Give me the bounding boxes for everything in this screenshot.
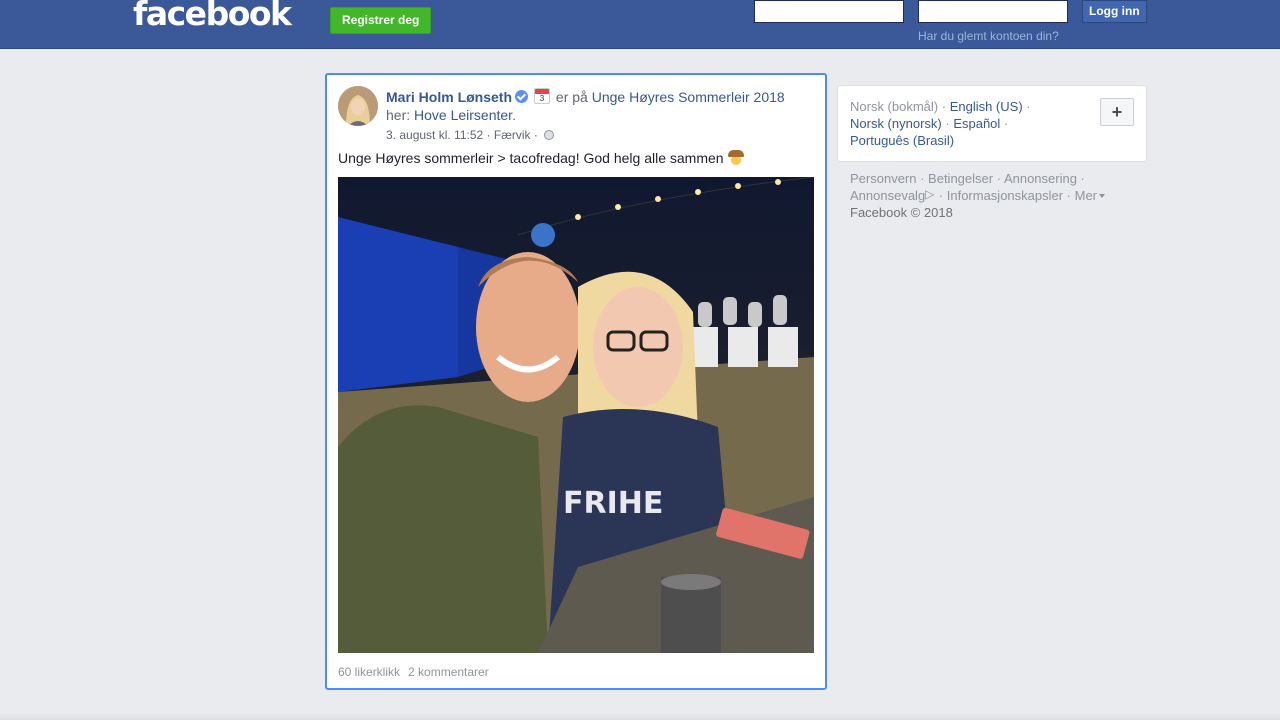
likes-count[interactable]: 60 likerklikk — [338, 665, 400, 679]
language-english[interactable]: English (US) — [950, 99, 1023, 114]
post-stats: 60 likerklikk 2 kommentarer — [338, 665, 497, 679]
copyright: Facebook © 2018 — [850, 205, 953, 220]
event-prefix: er på — [555, 89, 588, 105]
footer-cookies-link[interactable]: Informasjonskapsler — [947, 188, 1063, 203]
register-button[interactable]: Registrer deg — [330, 7, 432, 34]
footer-links: Personvern · Betingelser · Annonsering ·… — [850, 170, 1140, 221]
post-timestamp[interactable]: 3. august kl. 11:52 — [386, 128, 483, 142]
footer-terms-link[interactable]: Betingelser — [928, 171, 993, 186]
language-list: Norsk (bokmål) · English (US) · Norsk (n… — [850, 99, 1031, 148]
cowboy-emoji-icon — [727, 150, 744, 166]
top-navigation-bar: facebook Registrer deg Logg inn Har du g… — [0, 0, 1280, 49]
current-language: Norsk (bokmål) — [850, 99, 939, 114]
login-button[interactable]: Logg inn — [1082, 0, 1147, 23]
adchoices-icon — [925, 186, 935, 203]
footer-advertising-link[interactable]: Annonsering — [1004, 171, 1077, 186]
forgot-account-link[interactable]: Har du glemt kontoen din? — [918, 29, 1059, 43]
author-avatar[interactable] — [338, 86, 378, 126]
sweater-text: FRIHE — [563, 486, 663, 521]
email-field[interactable] — [754, 0, 904, 23]
bottom-shade — [0, 712, 1280, 720]
post-meta: 3. august kl. 11:52 · Færvik · — [386, 128, 555, 142]
facebook-logo[interactable]: facebook — [133, 0, 292, 33]
post-header: Mari Holm Lønseth 3 er på Unge Høyres Som… — [386, 88, 785, 105]
footer-privacy-link[interactable]: Personvern — [850, 171, 916, 186]
language-portuguese[interactable]: Português (Brasil) — [850, 133, 954, 148]
language-nynorsk[interactable]: Norsk (nynorsk) — [850, 116, 942, 131]
comments-count[interactable]: 2 kommentarer — [408, 665, 489, 679]
post-location[interactable]: Færvik — [494, 128, 531, 142]
author-name-link[interactable]: Mari Holm Lønseth — [386, 89, 512, 105]
calendar-icon: 3 — [534, 88, 551, 104]
caret-down-icon — [1099, 194, 1106, 198]
post-card: Mari Holm Lønseth 3 er på Unge Høyres Som… — [325, 73, 827, 690]
place-prefix: her: — [386, 107, 411, 123]
footer-adchoices-link[interactable]: Annonsevalg — [850, 188, 925, 203]
place-line: her: Hove Leirsenter. — [386, 107, 516, 123]
footer-more-link[interactable]: Mer — [1075, 188, 1097, 203]
language-spanish[interactable]: Español — [953, 116, 1000, 131]
post-text: Unge Høyres sommerleir > tacofredag! God… — [338, 150, 744, 166]
post-photo[interactable]: FRIHE — [338, 177, 814, 653]
event-link[interactable]: Unge Høyres Sommerleir 2018 — [592, 89, 785, 105]
place-link[interactable]: Hove Leirsenter — [414, 107, 512, 123]
verified-badge-icon — [515, 90, 529, 103]
globe-icon[interactable] — [544, 130, 555, 140]
more-languages-button[interactable]: + — [1100, 98, 1134, 126]
language-selector-box: Norsk (bokmål) · English (US) · Norsk (n… — [837, 85, 1147, 162]
password-field[interactable] — [918, 0, 1068, 23]
